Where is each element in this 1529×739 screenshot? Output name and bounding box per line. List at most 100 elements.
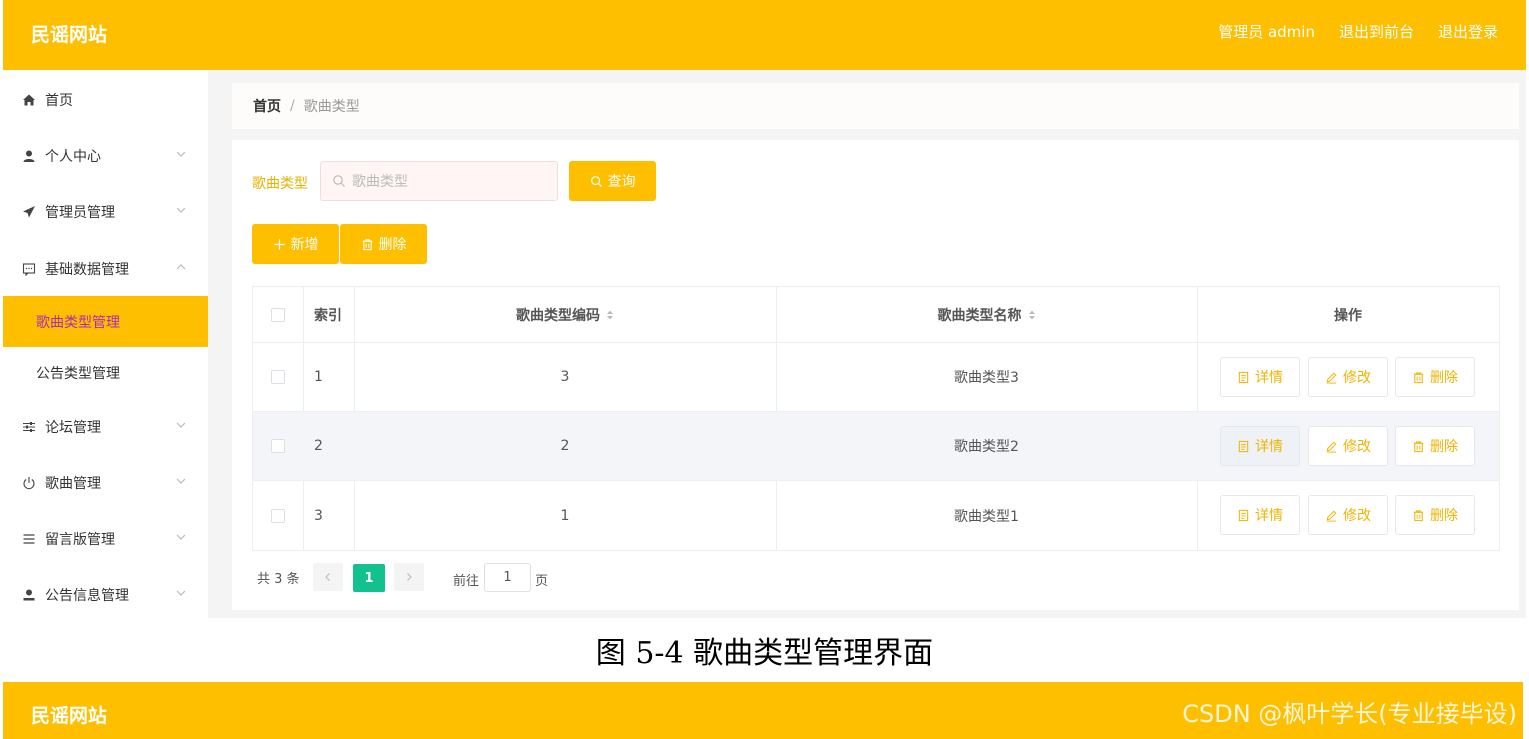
sidebar-item-label: 歌曲类型管理 (36, 314, 120, 331)
breadcrumb-current: 歌曲类型 (303, 99, 360, 115)
sort-icon[interactable] (606, 309, 614, 321)
sidebar-item-label: 首页 (45, 93, 73, 109)
sidebar-item-label: 个人中心 (45, 149, 101, 165)
chevron-down-icon (176, 151, 186, 157)
next-page-button[interactable] (394, 563, 424, 591)
chevron-left-icon (325, 573, 330, 581)
detail-button[interactable]: 详情 (1220, 426, 1300, 466)
document-icon (1238, 440, 1249, 452)
add-button[interactable]: 新增 (252, 224, 339, 264)
prev-page-button[interactable] (313, 563, 343, 591)
breadcrumb: 首页 / 歌曲类型 (232, 83, 1519, 129)
add-button-label: 新增 (290, 237, 319, 253)
sidebar-subitem-song-type[interactable]: 歌曲类型管理 (3, 296, 208, 347)
cell-name: 歌曲类型1 (954, 508, 1019, 525)
top-header: 民谣网站 管理员 admin 退出到前台 退出登录 (3, 0, 1526, 70)
admin-label: 管理员 admin (1218, 23, 1315, 41)
select-all-checkbox[interactable] (271, 307, 285, 322)
sidebar-item-label: 基础数据管理 (45, 262, 129, 278)
row-checkbox[interactable] (271, 508, 285, 523)
cell-name: 歌曲类型2 (954, 439, 1019, 455)
chevron-down-icon (176, 590, 186, 596)
search-input[interactable]: 歌曲类型 (320, 161, 558, 201)
sidebar-item-label: 公告类型管理 (36, 365, 120, 382)
sidebar-item-home[interactable]: 首页 (3, 72, 208, 128)
sidebar-item-admin-management[interactable]: 管理员管理 (3, 184, 208, 240)
plus-icon (273, 238, 285, 250)
search-icon (590, 175, 602, 187)
sidebar-item-personal-center[interactable]: 个人中心 (3, 128, 208, 184)
detail-label: 详情 (1255, 439, 1283, 455)
sidebar-item-songs[interactable]: 歌曲管理 (3, 455, 208, 511)
row-delete-button[interactable]: 删除 (1395, 495, 1475, 535)
chevron-right-icon (407, 573, 412, 581)
sort-icon[interactable] (1028, 309, 1036, 321)
trash-icon (362, 238, 372, 250)
back-to-front-link[interactable]: 退出到前台 (1339, 21, 1414, 42)
table-header: 索引 歌曲类型编码 歌曲类型名称 操作 (253, 287, 1499, 343)
breadcrumb-home[interactable]: 首页 (253, 96, 281, 116)
edit-button[interactable]: 修改 (1308, 357, 1388, 397)
row-checkbox[interactable] (271, 439, 285, 453)
cell-index: 2 (314, 438, 323, 454)
edit-button[interactable]: 修改 (1308, 495, 1388, 535)
sidebar-item-forum[interactable]: 论坛管理 (3, 399, 208, 455)
header-ops: 操作 (1334, 307, 1362, 324)
sidebar-subitem-notice-type[interactable]: 公告类型管理 (3, 347, 208, 398)
row-delete-button[interactable]: 删除 (1395, 426, 1475, 466)
site-brand: 民谣网站 (31, 705, 108, 727)
goto-page-input[interactable]: 1 (484, 563, 531, 592)
header-name-cell[interactable]: 歌曲类型名称 (776, 287, 1197, 342)
edit-label: 修改 (1343, 508, 1371, 524)
edit-icon (1326, 510, 1337, 522)
edit-icon (1326, 441, 1337, 453)
sidebar-item-label: 论坛管理 (45, 420, 101, 436)
chat-icon (20, 260, 38, 278)
sidebar: 首页 个人中心 管理员管理 基础数据管理 歌曲类型管理 公告类型管理 论坛管理 (3, 70, 208, 618)
header-code-cell[interactable]: 歌曲类型编码 (354, 287, 776, 342)
cell-index: 3 (314, 507, 323, 524)
chevron-up-icon (176, 264, 186, 270)
cell-index: 1 (314, 369, 323, 385)
breadcrumb-separator: / (290, 98, 295, 114)
cell-code: 1 (560, 507, 570, 524)
table-row: 2 2 歌曲类型2 详情 修改 删除 (253, 412, 1499, 481)
header-index: 索引 (314, 307, 342, 324)
edit-label: 修改 (1343, 439, 1371, 455)
cell-code: 3 (560, 369, 570, 385)
row-delete-label: 删除 (1430, 370, 1458, 386)
pagination-total: 共 3 条 (257, 571, 300, 587)
sidebar-item-notice-info[interactable]: 公告信息管理 (3, 567, 208, 623)
person-icon (20, 586, 38, 604)
edit-icon (1326, 372, 1337, 384)
table-row: 3 1 歌曲类型1 详情 修改 删除 (253, 481, 1499, 550)
site-brand[interactable]: 民谣网站 (31, 20, 107, 47)
delete-button[interactable]: 删除 (340, 224, 427, 264)
goto-prefix: 前往 (453, 574, 480, 589)
cell-code: 2 (560, 438, 570, 454)
sidebar-item-label: 留言版管理 (45, 532, 115, 548)
sidebar-item-base-data[interactable]: 基础数据管理 (3, 241, 208, 297)
row-delete-label: 删除 (1430, 439, 1458, 455)
row-delete-button[interactable]: 删除 (1395, 357, 1475, 397)
sidebar-item-label: 管理员管理 (45, 205, 115, 221)
sidebar-item-guestbook[interactable]: 留言版管理 (3, 511, 208, 567)
cell-name: 歌曲类型3 (954, 370, 1019, 386)
logout-link[interactable]: 退出登录 (1438, 21, 1498, 42)
row-checkbox[interactable] (271, 370, 285, 384)
table-row: 1 3 歌曲类型3 详情 修改 删除 (253, 343, 1499, 412)
query-button[interactable]: 查询 (569, 161, 656, 201)
detail-button[interactable]: 详情 (1220, 495, 1300, 535)
page-number-current[interactable]: 1 (353, 564, 385, 592)
delete-button-label: 删除 (378, 237, 407, 253)
chevron-down-icon (176, 422, 186, 428)
edit-button[interactable]: 修改 (1308, 426, 1388, 466)
detail-button[interactable]: 详情 (1220, 357, 1300, 397)
watermark: CSDN @枫叶学长(专业接毕设) (1182, 700, 1517, 728)
chevron-down-icon (176, 207, 186, 213)
document-icon (1238, 371, 1249, 383)
goto-suffix: 页 (535, 574, 549, 589)
trash-icon (1413, 509, 1424, 521)
edit-label: 修改 (1343, 370, 1371, 386)
document-icon (1238, 509, 1249, 521)
